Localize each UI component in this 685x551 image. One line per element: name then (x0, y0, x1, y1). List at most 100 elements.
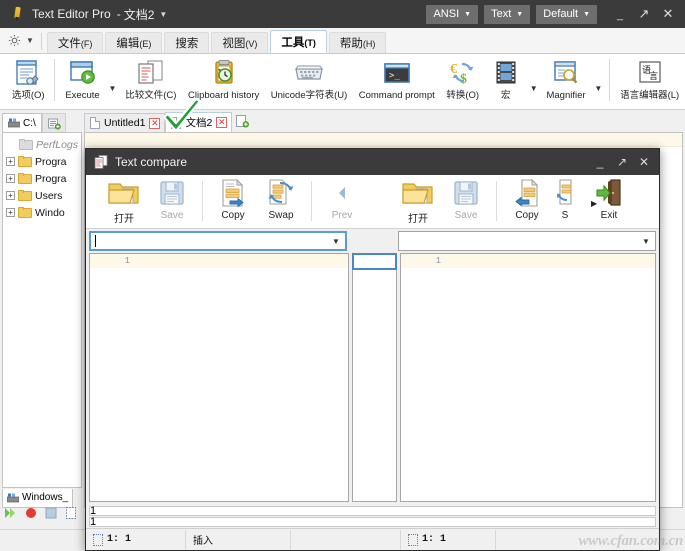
scheme-dropdown[interactable]: Default ▼ (536, 5, 597, 24)
middle-selected-cell[interactable] (352, 253, 397, 270)
console-icon: >_ (382, 58, 412, 88)
chevron-down-icon[interactable]: ▼ (328, 234, 344, 248)
chevron-down-icon[interactable]: ▼ (638, 233, 654, 249)
left-swap-label: Swap (268, 210, 293, 221)
document-tab-untitled1[interactable]: Untitled1 ✕ (84, 113, 165, 132)
scheme-label: Default (543, 8, 578, 20)
right-compare-pane[interactable]: 1 (400, 253, 656, 502)
explorer-tab-add-folder[interactable] (42, 113, 66, 132)
keyboard-icon (293, 58, 325, 88)
bottom-strip-2[interactable]: 1 (89, 517, 656, 527)
status-insert-mode: 插入 (186, 530, 291, 550)
macro-dropdown-caret-icon[interactable]: ▼ (527, 84, 541, 93)
menu-help-label: 帮助 (340, 35, 363, 51)
toolbar-language-editor-button[interactable]: 语 言 语言编辑器(L) (614, 56, 685, 108)
drive-icon (8, 118, 20, 128)
left-save-button[interactable]: Save (148, 177, 196, 227)
chevron-down-icon: ▼ (464, 11, 471, 18)
expander-icon[interactable]: + (6, 208, 15, 217)
toolbar-execute-button[interactable]: Execute (59, 56, 105, 108)
right-swap-label: S (562, 210, 569, 221)
menu-search[interactable]: 搜索 (164, 32, 209, 53)
menu-view-accel: (V) (245, 39, 257, 49)
toolbar-options-button[interactable]: 选项(O) (6, 56, 50, 108)
tree-item[interactable]: + Users (3, 187, 81, 204)
close-icon[interactable]: ✕ (149, 118, 160, 129)
close-button[interactable]: ✕ (657, 3, 679, 25)
explorer-tab-drive-c[interactable]: C:\ (2, 113, 42, 132)
right-swap-button[interactable]: S (551, 177, 579, 227)
toolbar-convert-button[interactable]: € $ 转换(O) (440, 56, 484, 108)
toolbar-overflow-caret-icon[interactable]: ▶ (591, 199, 597, 208)
execute-dropdown-caret-icon[interactable]: ▼ (106, 84, 120, 93)
menu-file[interactable]: 文件(F) (47, 32, 104, 53)
left-file-combo[interactable]: ▼ (89, 231, 347, 251)
right-open-button[interactable]: 打开 (394, 177, 442, 227)
explorer-bottom-bar: Windows_ (2, 488, 82, 508)
menu-view[interactable]: 视图(V) (211, 32, 268, 53)
tree-item[interactable]: + Windo (3, 204, 81, 221)
encoding-dropdown[interactable]: ANSI ▼ (426, 5, 478, 24)
toolbar-macro-button[interactable]: 宏 (485, 56, 527, 108)
expander-icon[interactable]: + (6, 174, 15, 183)
explorer-tab-drive-c-label: C:\ (23, 118, 36, 129)
bottom-strip-1[interactable]: 1 (89, 506, 656, 516)
explorer-playback-controls (4, 506, 77, 523)
expander-icon[interactable]: + (6, 157, 15, 166)
encoding-label: ANSI (433, 8, 459, 20)
menu-help-accel: (H) (363, 39, 376, 49)
prev-button[interactable]: Prev (318, 177, 366, 227)
left-swap-button[interactable]: Swap (257, 177, 305, 227)
add-folder-icon (48, 118, 60, 128)
maximize-restore-button[interactable]: ↗ (633, 3, 655, 25)
title-dropdown-caret-icon[interactable]: ▼ (159, 10, 167, 19)
toolbar-unicode-table-button[interactable]: Unicode字符表(U) (265, 56, 353, 108)
minimize-button[interactable]: _ (609, 3, 631, 25)
right-pane-line-1: 1 (401, 254, 655, 268)
menu-view-label: 视图 (222, 35, 245, 51)
language-editor-icon: 语 言 (635, 58, 665, 88)
close-icon[interactable]: ✕ (216, 117, 227, 128)
quick-settings-button[interactable]: ▼ (6, 28, 38, 52)
tree-item[interactable]: PerfLogs (3, 136, 81, 153)
menu-help[interactable]: 帮助(H) (329, 32, 387, 53)
left-compare-pane[interactable]: 1 (89, 253, 349, 502)
text-compare-dialog: Text compare _ ↗ ✕ 打开 (85, 148, 660, 551)
left-copy-button[interactable]: Copy (209, 177, 257, 227)
menu-tools-accel: (T) (304, 38, 316, 48)
status-left-position: 1: 1 (86, 530, 186, 550)
new-document-button[interactable] (232, 113, 253, 132)
prev-arrow-icon (332, 177, 352, 209)
expander-icon[interactable]: + (6, 191, 15, 200)
title-document-name: 文档2 (124, 6, 155, 23)
chevron-down-icon: ▼ (26, 36, 34, 45)
swap-icon (266, 177, 296, 209)
toolbar-options-label: 选项(O) (12, 90, 45, 101)
right-save-button[interactable]: Save (442, 177, 490, 227)
toolbar-command-prompt-button[interactable]: >_ Command prompt (353, 56, 440, 108)
explorer-bottom-tab-windows[interactable]: Windows_ (2, 489, 73, 508)
chevron-down-icon: ▼ (516, 11, 523, 18)
dialog-minimize-button[interactable]: _ (589, 151, 611, 173)
menu-edit[interactable]: 编辑(E) (105, 32, 162, 53)
left-open-button[interactable]: 打开 (100, 177, 148, 227)
record-icon[interactable] (25, 507, 37, 522)
right-file-combo[interactable]: ▼ (398, 231, 656, 251)
toolbar-convert-label: 转换(O) (446, 90, 479, 101)
tree-item[interactable]: + Progra (3, 170, 81, 187)
directory-tree[interactable]: PerfLogs + Progra + Progra + Users (2, 132, 82, 488)
toolbar-magnifier-button[interactable]: Magnifier (541, 56, 592, 108)
stop-icon[interactable] (45, 507, 57, 522)
dialog-maximize-button[interactable]: ↗ (611, 151, 633, 173)
folder-icon (19, 139, 33, 150)
filetype-label: Text (491, 8, 511, 20)
left-copy-label: Copy (221, 210, 244, 221)
play-icon[interactable] (4, 507, 17, 522)
dialog-close-button[interactable]: ✕ (633, 151, 655, 173)
menu-tools[interactable]: 工具(T) (270, 30, 327, 53)
tree-item[interactable]: + Progra (3, 153, 81, 170)
right-copy-button[interactable]: Copy (503, 177, 551, 227)
clipboard-icon[interactable] (65, 506, 77, 523)
magnifier-dropdown-caret-icon[interactable]: ▼ (591, 84, 605, 93)
filetype-dropdown[interactable]: Text ▼ (484, 5, 530, 24)
